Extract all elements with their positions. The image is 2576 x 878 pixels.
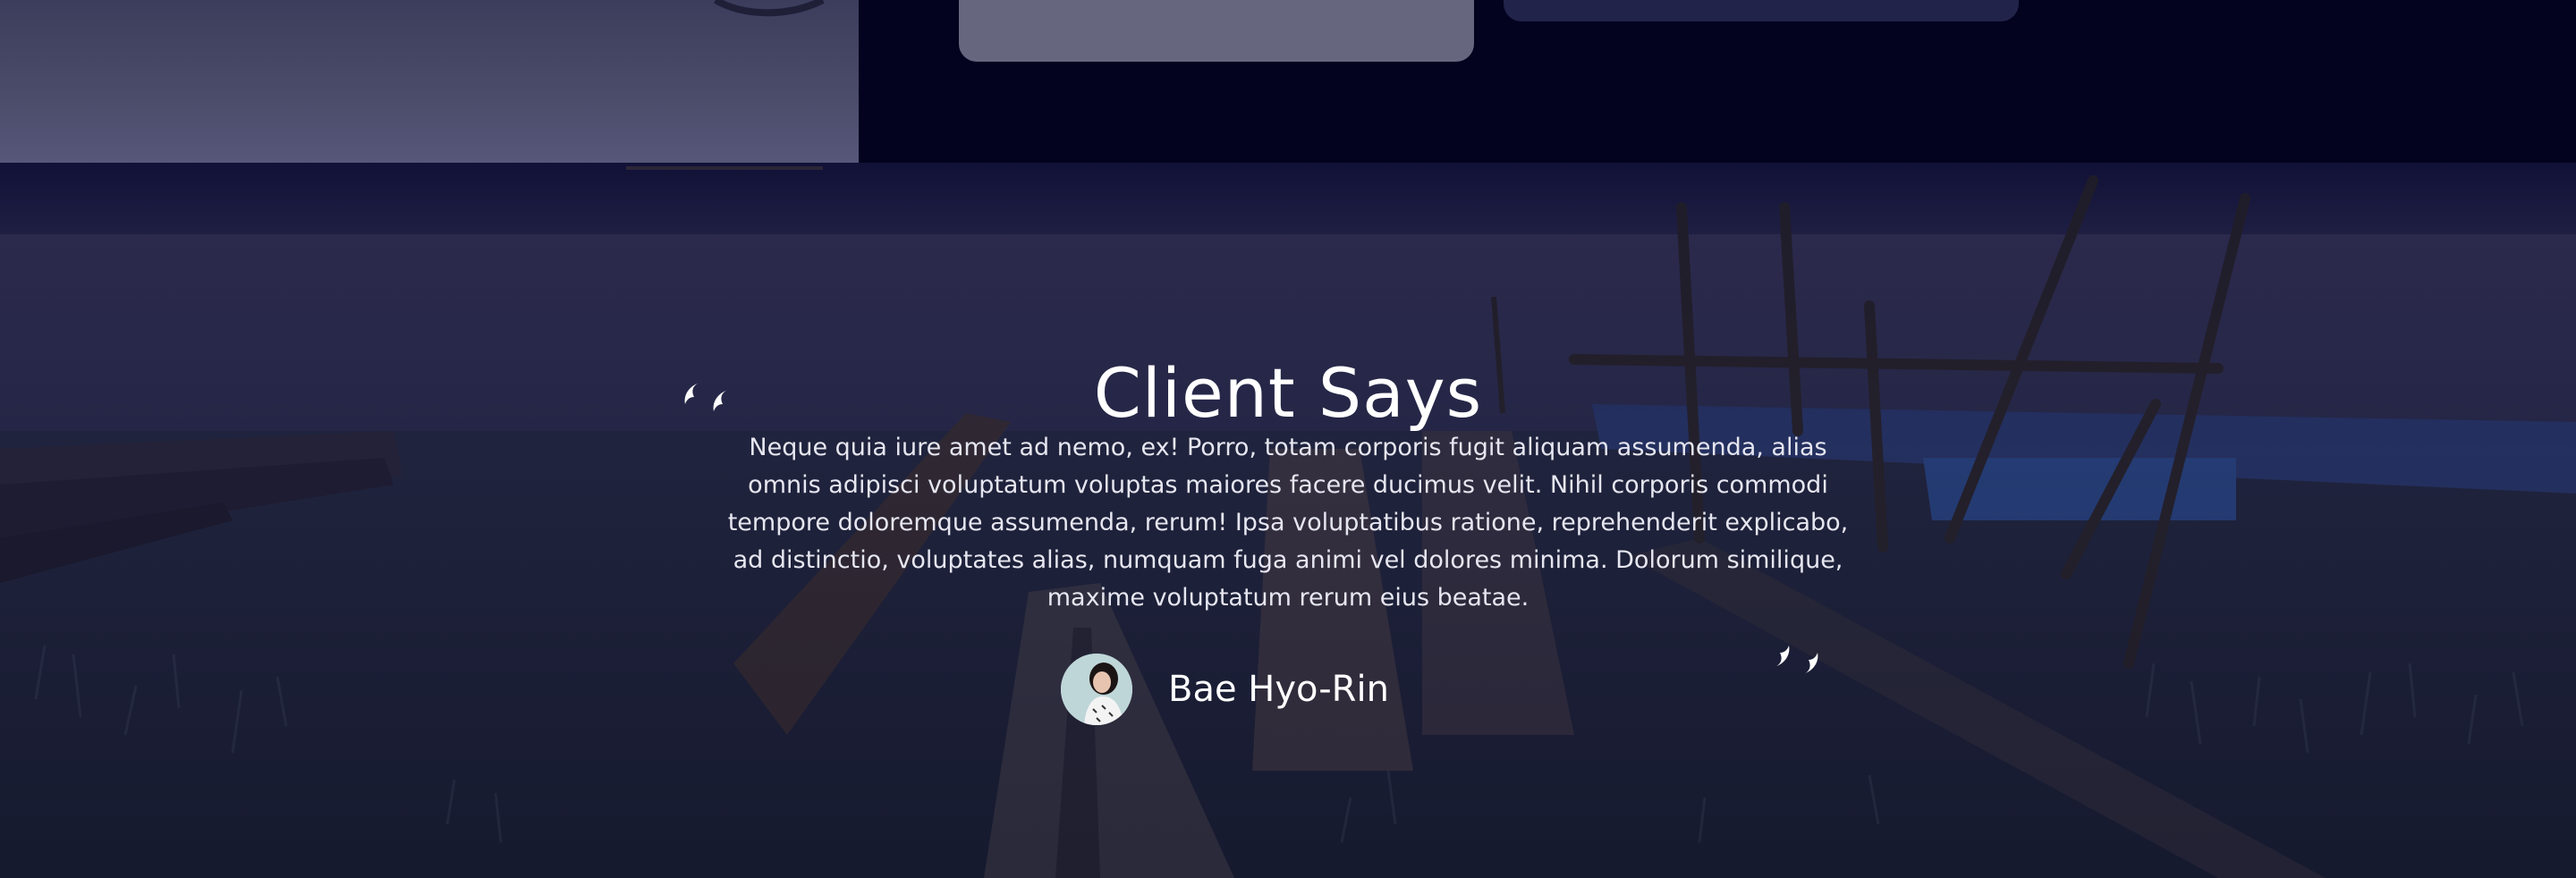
image-detail	[713, 0, 825, 17]
previous-section-image	[0, 0, 859, 163]
quote-open-icon	[684, 383, 728, 411]
testimonial-quote: Neque quia iure amet ad nemo, ex! Porro,…	[727, 434, 1849, 612]
author-photo	[1061, 654, 1132, 725]
avatar	[1061, 654, 1132, 725]
feature-card	[959, 0, 1474, 62]
author-name: Bae Hyo-Rin	[1168, 669, 1389, 710]
feature-card	[1504, 0, 2019, 21]
quote-close-icon	[1775, 646, 1818, 674]
testimonial-section: Client Says Neque quia iure amet ad nemo…	[0, 163, 2576, 878]
author: Bae Hyo-Rin	[1061, 653, 1389, 726]
previous-section	[0, 0, 2576, 163]
section-title: Client Says	[1093, 353, 1483, 434]
